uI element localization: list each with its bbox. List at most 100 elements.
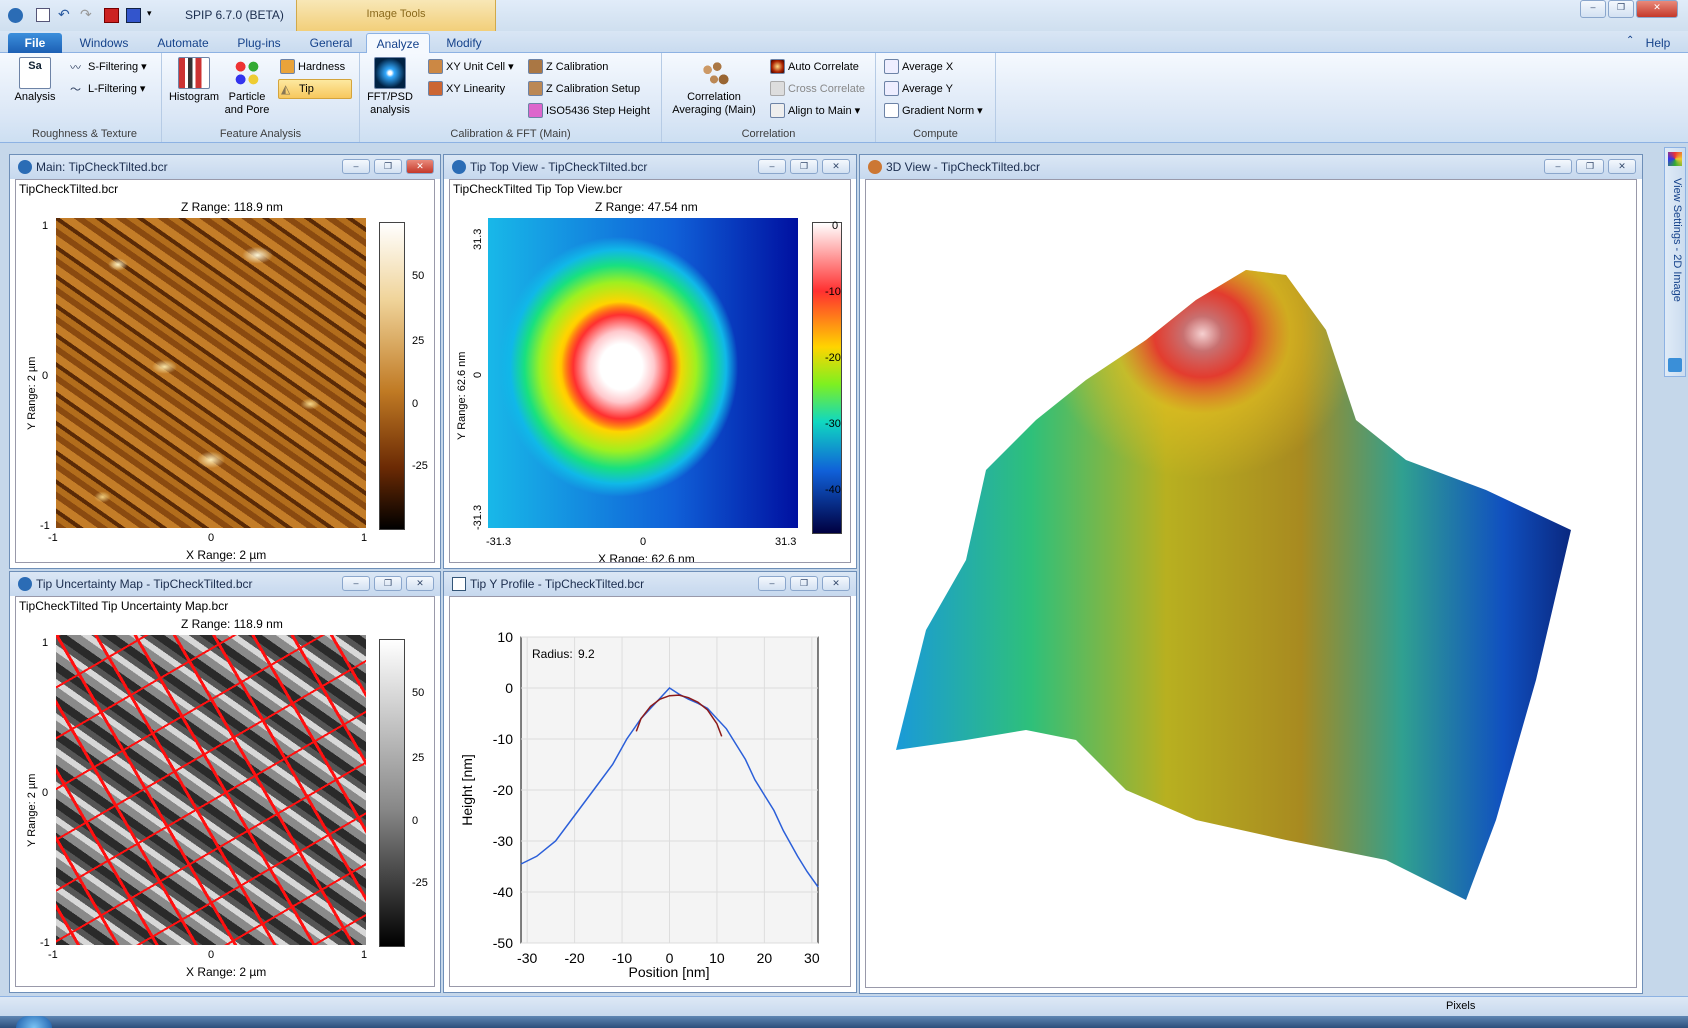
restore-button[interactable]: ❐ <box>1608 0 1634 18</box>
close-button[interactable]: ✕ <box>1636 0 1678 18</box>
cross-correlate-label: Cross Correlate <box>788 82 866 95</box>
histogram-button[interactable]: Histogram <box>166 57 222 104</box>
average-y-button[interactable]: Average Y <box>884 81 953 96</box>
xy-unit-cell-button[interactable]: XY Unit Cell ▾ <box>428 59 514 74</box>
grid-blue-icon[interactable] <box>126 8 141 23</box>
average-x-icon <box>884 59 899 74</box>
x-range: X Range: 62.6 nm <box>598 552 695 563</box>
minimize-button[interactable]: – <box>342 576 370 591</box>
colorbar-tick: 25 <box>412 752 425 764</box>
main-window[interactable]: Main: TipCheckTilted.bcr – ❐ ✕ TipCheckTil… <box>9 154 441 569</box>
y-tick-label: 0 <box>505 680 513 696</box>
tab-help[interactable]: Help <box>1636 33 1680 53</box>
tip-button[interactable]: ◭ Tip <box>278 79 352 99</box>
x-tick: 1 <box>361 532 368 544</box>
grid-red-icon[interactable] <box>104 8 119 23</box>
image-panel: TipCheckTilted.bcr Z Range: 118.9 nm 50 … <box>15 179 435 563</box>
minimize-button[interactable]: – <box>342 159 370 174</box>
tab-windows[interactable]: Windows <box>72 33 136 53</box>
close-button[interactable]: ✕ <box>822 159 850 174</box>
profile-icon <box>452 577 466 591</box>
chart-panel: -30 -20 -10 0 10 20 30 10 0 -10 -20 -30 -40 -50 Radiu… <box>449 596 851 987</box>
average-x-button[interactable]: Average X <box>884 59 953 74</box>
l-filtering-button[interactable]: 〜 L-Filtering ▾ <box>70 81 146 97</box>
window-titlebar[interactable]: Tip Top View - TipCheckTilted.bcr – ❐ ✕ <box>444 155 856 179</box>
minimize-button[interactable]: – <box>1580 0 1606 18</box>
close-button[interactable]: ✕ <box>1608 159 1636 174</box>
iso-step-height-button[interactable]: ISO5436 Step Height <box>528 103 650 118</box>
window-titlebar[interactable]: 3D View - TipCheckTilted.bcr – ❐ ✕ <box>860 155 1642 179</box>
colorbar <box>379 222 405 530</box>
3d-view-window[interactable]: 3D View - TipCheckTilted.bcr – ❐ ✕ <box>859 154 1643 994</box>
close-button[interactable]: ✕ <box>406 576 434 591</box>
window-titlebar[interactable]: Main: TipCheckTilted.bcr – ❐ ✕ <box>10 155 440 179</box>
tip-top-image[interactable] <box>488 218 798 528</box>
window-titlebar[interactable]: Tip Y Profile - TipCheckTilted.bcr – ❐ ✕ <box>444 572 856 596</box>
minimize-button[interactable]: – <box>758 576 786 591</box>
particle-pore-button[interactable]: Particle and Pore <box>222 57 272 117</box>
x-range: X Range: 2 µm <box>186 548 267 562</box>
y-range: Y Range: 2 µm <box>26 356 38 430</box>
tab-file[interactable]: File <box>8 33 62 53</box>
restore-button[interactable]: ❐ <box>374 159 402 174</box>
start-button[interactable] <box>16 1016 52 1028</box>
z-calibration-setup-button[interactable]: Z Calibration Setup <box>528 81 640 96</box>
undo-icon[interactable]: ↶ <box>58 6 70 23</box>
tab-general[interactable]: General <box>300 33 362 53</box>
new-file-icon[interactable] <box>36 8 50 22</box>
tab-plugins[interactable]: Plug-ins <box>228 33 290 53</box>
align-to-main-button[interactable]: Align to Main ▾ <box>770 103 860 118</box>
fft-psd-button[interactable]: FFT/PSD analysis <box>364 57 416 117</box>
window-controls: – ❐ ✕ <box>1580 0 1678 18</box>
correlation-averaging-button[interactable]: Correlation Averaging (Main) <box>668 57 760 117</box>
tip-top-view-window[interactable]: Tip Top View - TipCheckTilted.bcr – ❐ ✕ Ti… <box>443 154 857 569</box>
file-name: TipCheckTilted Tip Top View.bcr <box>453 182 623 196</box>
app-icon[interactable] <box>8 8 23 23</box>
close-button[interactable]: ✕ <box>822 576 850 591</box>
restore-button[interactable]: ❐ <box>790 159 818 174</box>
minimize-button[interactable]: – <box>758 159 786 174</box>
gradient-norm-button[interactable]: Gradient Norm ▾ <box>884 103 983 118</box>
s-filtering-button[interactable]: 〰 S-Filtering ▾ <box>70 59 147 75</box>
histogram-label: Histogram <box>168 91 220 103</box>
tip-label: Tip <box>299 83 314 95</box>
auto-correlate-button[interactable]: Auto Correlate <box>770 59 859 74</box>
qat-menu-icon[interactable]: ▾ <box>147 8 152 19</box>
close-button[interactable]: ✕ <box>406 159 434 174</box>
z-calibration-button[interactable]: Z Calibration <box>528 59 608 74</box>
z-cal-setup-icon <box>528 81 543 96</box>
window-icon <box>18 577 32 591</box>
restore-button[interactable]: ❐ <box>790 576 818 591</box>
afm-image[interactable] <box>56 218 366 528</box>
tip-y-profile-window[interactable]: Tip Y Profile - TipCheckTilted.bcr – ❐ ✕ -… <box>443 571 857 993</box>
tab-analyze[interactable]: Analyze <box>366 33 430 54</box>
colorbar <box>379 639 405 947</box>
colorbar-tick: 25 <box>412 335 425 347</box>
tip-icon: ◭ <box>281 81 291 96</box>
colorbar-tick: -25 <box>412 877 428 889</box>
s-filtering-label: S-Filtering <box>88 60 139 73</box>
3d-surface[interactable] <box>866 180 1637 988</box>
cross-correlate-button[interactable]: Cross Correlate <box>770 81 865 96</box>
profile-chart[interactable]: -30 -20 -10 0 10 20 30100-10-20-30-40-50 Radiu… <box>450 597 851 987</box>
redo-icon[interactable]: ↷ <box>80 6 92 23</box>
xy-linearity-button[interactable]: XY Linearity <box>428 81 505 96</box>
uncertainty-image[interactable] <box>56 635 366 945</box>
tip-uncertainty-window[interactable]: Tip Uncertainty Map - TipCheckTilted.bcr… <box>9 571 441 993</box>
restore-button[interactable]: ❐ <box>374 576 402 591</box>
colorbar-tick: -25 <box>412 460 428 472</box>
tab-automate[interactable]: Automate <box>150 33 216 53</box>
tab-modify[interactable]: Modify <box>438 33 490 53</box>
x-tick: 0 <box>208 532 215 544</box>
window-titlebar[interactable]: Tip Uncertainty Map - TipCheckTilted.bcr… <box>10 572 440 596</box>
help-chevron-icon[interactable]: ⌃ <box>1626 35 1634 46</box>
view-settings-side-panel[interactable]: View Settings - 2D Image <box>1664 147 1686 377</box>
restore-button[interactable]: ❐ <box>1576 159 1604 174</box>
dropdown-icon: ▾ <box>854 105 861 117</box>
minimize-button[interactable]: – <box>1544 159 1572 174</box>
dropdown-icon: ▾ <box>139 83 146 95</box>
hardness-button[interactable]: Hardness <box>280 59 345 74</box>
sa-analysis-button[interactable]: Sa Analysis <box>12 57 58 104</box>
pore-label: and Pore <box>224 104 270 116</box>
xy-linearity-label: XY Linearity <box>446 82 506 95</box>
